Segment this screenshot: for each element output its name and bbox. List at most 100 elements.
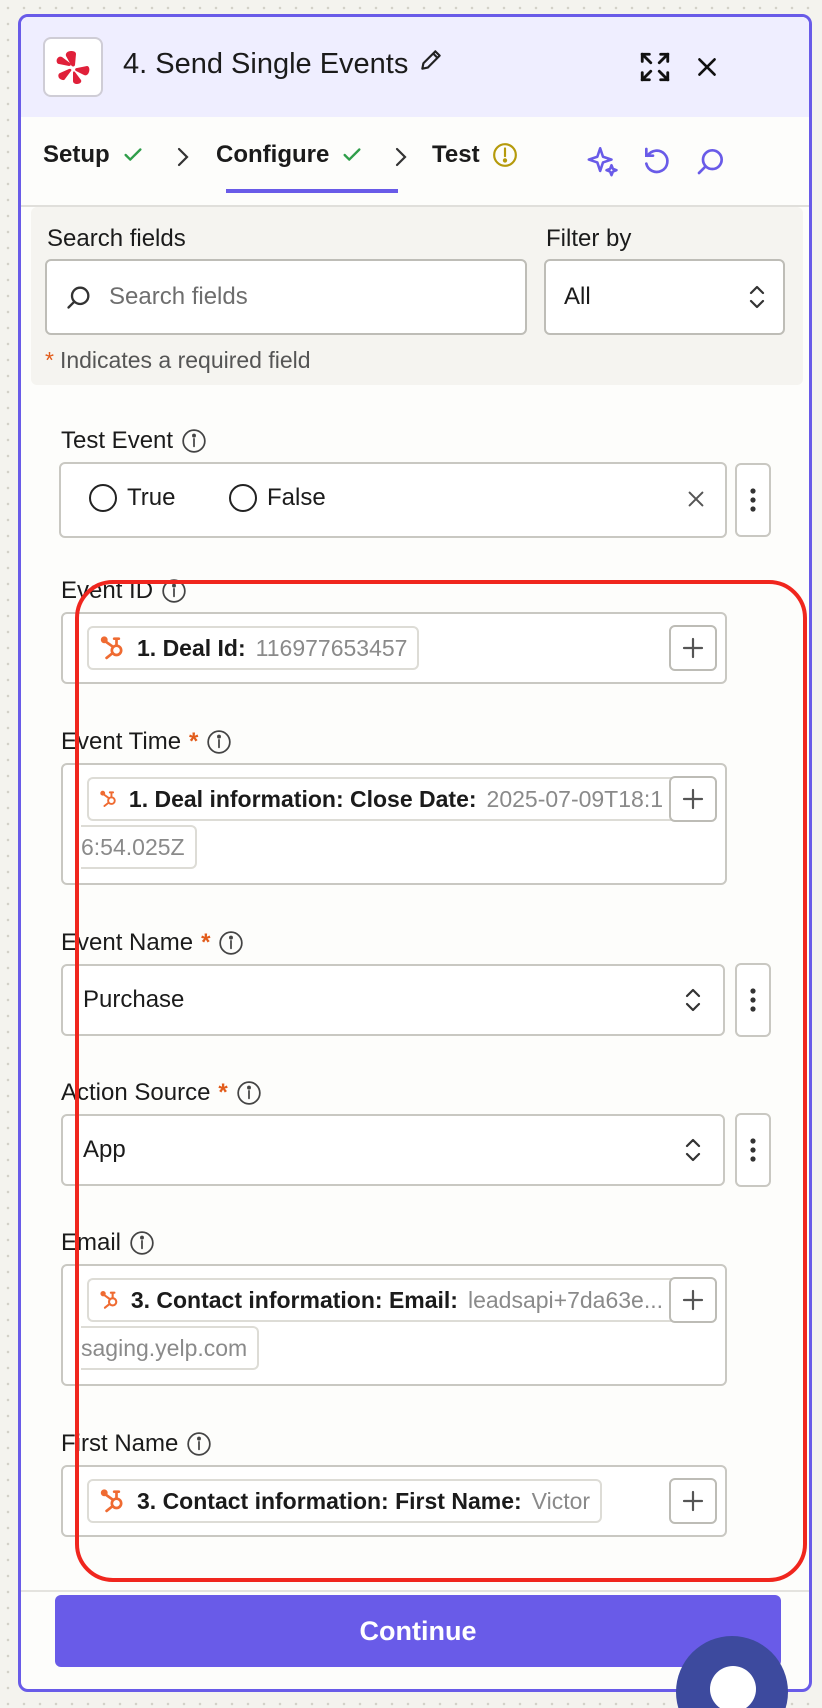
kebab-menu-icon — [750, 988, 756, 1012]
add-data-button[interactable] — [669, 625, 717, 671]
info-icon[interactable] — [218, 930, 244, 956]
filter-by-value: All — [564, 283, 591, 310]
tab-test[interactable]: Test — [432, 141, 518, 169]
radio-false-label: False — [267, 484, 326, 511]
action-config-panel: 4. Send Single Events Setup Configure Te… — [18, 14, 812, 1692]
info-icon[interactable] — [236, 1080, 262, 1106]
event-time-field[interactable]: 1. Deal information: Close Date: 2025-07… — [61, 763, 727, 885]
clear-x-icon[interactable] — [685, 488, 707, 515]
event-name-more-button[interactable] — [735, 963, 771, 1037]
yelp-burst-icon — [56, 51, 90, 84]
first-name-field[interactable]: 3. Contact information: First Name: Vict… — [61, 1465, 727, 1537]
pill-label: 3. Contact information: Email: — [130, 1286, 458, 1313]
pill-value: leadsapi+7da63e... — [467, 1286, 663, 1313]
search-fields-box[interactable] — [45, 259, 527, 335]
search-icon[interactable] — [693, 143, 729, 179]
add-data-button[interactable] — [669, 1277, 717, 1323]
kebab-menu-icon — [750, 488, 756, 512]
event-name-select[interactable]: Purchase — [61, 964, 725, 1036]
plus-icon — [682, 637, 704, 659]
event-name-label-text: Event Name — [61, 929, 194, 956]
event-name-value: Purchase — [83, 986, 185, 1013]
email-data-pill[interactable]: 3. Contact information: Email: leadsapi+… — [87, 1278, 673, 1322]
email-field[interactable]: 3. Contact information: Email: leadsapi+… — [61, 1264, 727, 1386]
chevron-right-icon — [391, 145, 411, 174]
action-source-more-button[interactable] — [735, 1113, 771, 1187]
tab-setup[interactable]: Setup — [43, 141, 144, 169]
event-time-label-text: Event Time — [61, 728, 182, 755]
info-icon[interactable] — [181, 428, 207, 454]
test-event-label-text: Test Event — [61, 427, 174, 454]
event-time-data-pill[interactable]: 1. Deal information: Close Date: 2025-07… — [87, 777, 673, 821]
add-data-button[interactable] — [669, 776, 717, 822]
filter-by-select[interactable]: All — [544, 259, 785, 335]
info-icon[interactable] — [206, 729, 232, 755]
pill-value-cont: saging.yelp.com — [81, 1334, 248, 1361]
info-icon[interactable] — [161, 578, 187, 604]
required-star: * — [201, 929, 211, 956]
required-field-note: * Indicates a required field — [45, 347, 311, 374]
pill-value-cont: 6:54.025Z — [81, 833, 185, 860]
hubspot-icon — [100, 636, 123, 660]
select-arrows-icon — [749, 285, 765, 309]
yelp-app-logo — [43, 37, 103, 97]
chat-icon — [710, 1666, 756, 1708]
edit-pencil-icon[interactable] — [418, 47, 444, 81]
tab-configure[interactable]: Configure — [216, 141, 363, 169]
plus-icon — [682, 1289, 704, 1311]
pill-label: 1. Deal Id: — [137, 634, 246, 661]
continue-button[interactable]: Continue — [55, 1595, 781, 1667]
search-fields-input[interactable] — [109, 283, 489, 311]
footer-divider — [21, 1590, 809, 1592]
email-pill-continuation[interactable]: saging.yelp.com — [81, 1326, 260, 1370]
select-arrows-icon — [683, 986, 703, 1019]
first-name-data-pill[interactable]: 3. Contact information: First Name: Vict… — [87, 1479, 603, 1523]
close-icon[interactable] — [687, 47, 727, 87]
search-filter-card: Search fields Filter by All *Indicates a… — [31, 207, 803, 385]
active-tab-indicator — [226, 189, 398, 193]
radio-circle-false[interactable] — [229, 484, 257, 512]
action-source-select[interactable]: App — [61, 1114, 725, 1186]
undo-icon[interactable] — [639, 143, 675, 179]
hubspot-icon — [100, 790, 116, 808]
info-icon[interactable] — [186, 1431, 212, 1457]
event-id-label: Event ID — [61, 577, 187, 605]
pill-value: Victor — [531, 1487, 591, 1514]
radio-circle-true[interactable] — [89, 484, 117, 512]
expand-icon[interactable] — [635, 47, 675, 87]
check-icon — [343, 148, 361, 161]
required-note-text: Indicates a required field — [59, 347, 311, 373]
ai-sparkle-icon[interactable] — [585, 143, 621, 179]
pill-label: 3. Contact information: First Name: — [137, 1487, 522, 1514]
event-id-label-text: Event ID — [61, 577, 154, 604]
radio-true[interactable]: True — [89, 484, 175, 512]
tab-test-label: Test — [432, 141, 480, 168]
info-icon[interactable] — [129, 1230, 155, 1256]
pill-value: 2025-07-09T18:1 — [486, 785, 663, 812]
pill-label: 1. Deal information: Close Date: — [128, 785, 477, 812]
test-event-radio-box: True False — [59, 462, 727, 538]
action-source-label: Action Source * — [61, 1079, 262, 1107]
plus-icon — [682, 788, 704, 810]
step-title: 4. Send Single Events — [123, 47, 444, 81]
event-id-data-pill[interactable]: 1. Deal Id: 116977653457 — [87, 626, 420, 670]
kebab-menu-icon — [750, 1138, 756, 1162]
action-source-value: App — [83, 1136, 126, 1163]
action-source-label-text: Action Source — [61, 1079, 211, 1106]
event-id-field[interactable]: 1. Deal Id: 116977653457 — [61, 612, 727, 684]
event-name-label: Event Name * — [61, 929, 244, 957]
add-data-button[interactable] — [669, 1478, 717, 1524]
email-label: Email — [61, 1229, 155, 1257]
event-time-label: Event Time * — [61, 728, 232, 756]
tab-configure-label: Configure — [216, 141, 330, 168]
plus-icon — [682, 1490, 704, 1512]
filter-by-label: Filter by — [546, 225, 632, 252]
test-event-more-button[interactable] — [735, 463, 771, 537]
search-fields-label: Search fields — [47, 225, 186, 252]
first-name-label: First Name — [61, 1430, 212, 1458]
chevron-right-icon — [173, 145, 193, 174]
event-time-pill-continuation[interactable]: 6:54.025Z — [81, 825, 197, 869]
step-tabs: Setup Configure Test — [21, 117, 809, 207]
required-star: * — [45, 347, 54, 373]
radio-false[interactable]: False — [229, 484, 326, 512]
